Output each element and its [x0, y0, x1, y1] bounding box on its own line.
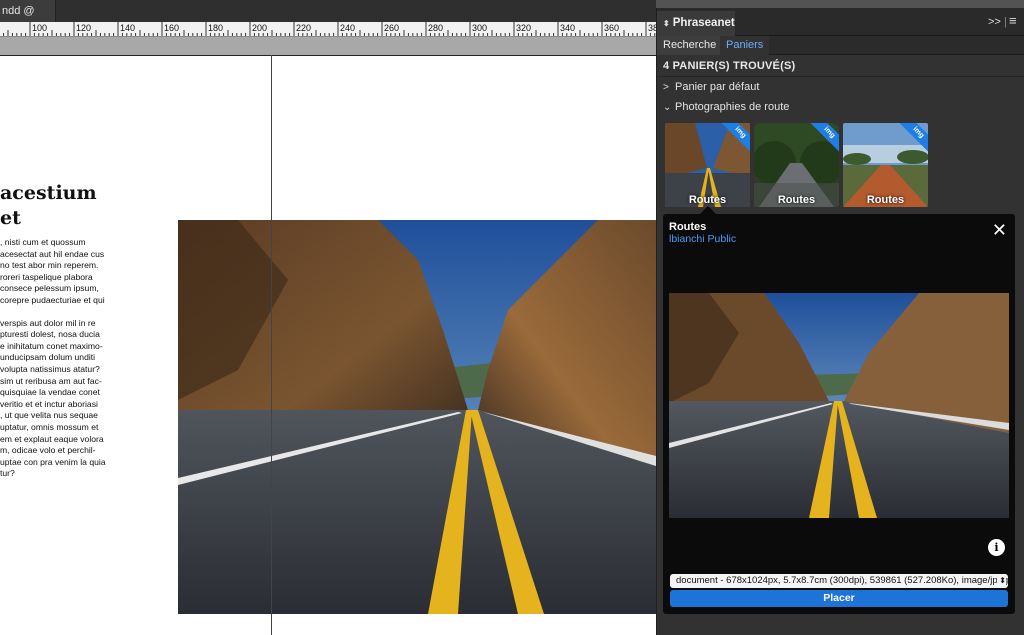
heading-line-2: et [0, 207, 21, 229]
text-line: quisquiae la vendae conet [0, 387, 100, 398]
ruler-label: 140 [120, 23, 136, 33]
ruler-label: 340 [560, 23, 576, 33]
updown-icon: ⬍ [663, 19, 670, 28]
collapse-icon[interactable]: >> [988, 16, 1001, 28]
document-tab[interactable]: ndd @ 83% [0, 0, 56, 39]
text-line: uptatur, omnis mossum et [0, 421, 99, 432]
panel-title-tab[interactable]: ⬍ Phraseanet [657, 11, 735, 36]
ruler-label: 240 [340, 23, 356, 33]
thumbnail-road-3[interactable]: img Routes [843, 123, 928, 207]
text-line: tur? [0, 468, 15, 479]
preview-popover: Routes lbianchi Public ✕ i document - 67… [663, 214, 1015, 614]
preview-image [669, 293, 1009, 518]
rendition-select-value: document - 678x1024px, 5.7x8.7cm (300dpi… [676, 575, 1008, 586]
chevron-down-icon: ⌄ [663, 102, 672, 113]
text-line: em et explaut eaque volora [0, 433, 104, 444]
ruler-label: 260 [384, 23, 400, 33]
ruler-label: 320 [516, 23, 532, 33]
text-line: sim ut reribusa am aut fac- [0, 375, 102, 386]
basket-item-default[interactable]: > Panier par défaut [657, 77, 1024, 97]
text-line: unducipsam dolum unditi [0, 352, 96, 363]
ruler-label: 360 [604, 23, 620, 33]
text-line: , nisti cum et quossum [0, 237, 86, 247]
thumbnail-label: Routes [866, 194, 905, 206]
text-line: no test abor min reperem. [0, 260, 99, 271]
text-line: roreri taspelique plabora [0, 271, 93, 282]
info-icon[interactable]: i [988, 539, 1005, 556]
preview-title: Routes [669, 221, 707, 233]
preview-photo [669, 293, 1009, 518]
ruler-label: 380 [648, 23, 656, 33]
ruler-label: 160 [164, 23, 180, 33]
basket-label: Panier par défaut [675, 81, 760, 93]
menu-icon[interactable]: ≡ [1009, 13, 1017, 28]
select-arrows-icon: ⬍ [997, 574, 1006, 588]
paragraph-2: verspis aut dolor mil in re pturesti dol… [0, 318, 128, 480]
horizontal-ruler[interactable]: 100 120 140 160 180 200 220 240 260 280 300 320 340 3… [0, 22, 656, 37]
thumbnail-label: Routes [777, 194, 816, 206]
place-button[interactable]: Placer [670, 590, 1008, 607]
tab-recherche[interactable]: Recherche [657, 36, 723, 55]
text-line: verspis aut dolor mil in re [0, 317, 96, 328]
ruler-label: 280 [428, 23, 444, 33]
close-icon[interactable]: ✕ [992, 221, 1007, 239]
road-photo [178, 220, 656, 614]
basket-item-road-photos[interactable]: ⌄ Photographies de route [657, 97, 1024, 117]
chevron-right-icon: > [663, 82, 669, 93]
text-line: volupta natissimus atatur? [0, 363, 100, 374]
text-line: , ut quе velita nus sequae [0, 410, 98, 421]
placed-road-image[interactable] [178, 220, 656, 614]
article-body[interactable]: , nisti cum et quossum acesectat aut hil… [0, 237, 128, 491]
thumbnail-label: Routes [688, 194, 727, 206]
text-line: e inihitatum conet maximo- [0, 340, 103, 351]
basket-thumbnails: img Routes img Routes img Routes [657, 117, 1024, 207]
preview-user[interactable]: lbianchi Public [669, 233, 736, 245]
ruler-label: 300 [472, 23, 488, 33]
thumbnail-road-2[interactable]: img Routes [754, 123, 839, 207]
ruler-label: 200 [252, 23, 268, 33]
text-line: coreprе pudaecturiae et qui [0, 294, 105, 305]
pasteboard [0, 37, 656, 55]
paragraph-1: , nisti cum et quossum acesectat aut hil… [0, 237, 128, 307]
text-line: acesectat aut hil endae cus [0, 248, 105, 259]
tab-paniers[interactable]: Paniers [720, 36, 770, 55]
panel-tabs: Recherche Paniers [657, 36, 1024, 55]
basket-label: Photographies de route [675, 101, 790, 113]
text-line: veritio et et inctur aboriasi [0, 398, 98, 409]
text-line: uptae con pra venim la quia [0, 456, 106, 467]
tab-bar [56, 0, 656, 22]
preview-pointer [700, 206, 716, 214]
text-line: pturesti dolest, nosa ducia [0, 329, 100, 340]
panel-title: Phraseanet [672, 17, 735, 29]
column-guide [271, 55, 272, 635]
ruler-ticks [3, 22, 656, 36]
text-line: consece pelessum ipsum, [0, 283, 99, 294]
basket-count: 4 PANIER(S) TROUVÉ(S) [657, 55, 1024, 77]
article-heading[interactable]: acestium et [0, 181, 97, 231]
heading-line-1: acestium [0, 182, 97, 204]
ruler-label: 120 [76, 23, 92, 33]
ruler-label: 180 [208, 23, 224, 33]
thumbnail-road-1[interactable]: img Routes [665, 123, 750, 207]
ruler-label: 100 [32, 23, 48, 33]
ruler-label: 220 [296, 23, 312, 33]
text-line: m, odicae volo et perchil- [0, 445, 96, 456]
separator: | [1004, 16, 1007, 28]
rendition-select[interactable]: document - 678x1024px, 5.7x8.7cm (300dpi… [670, 574, 1008, 588]
panel-header: ⬍ Phraseanet >> | ≡ [657, 8, 1024, 36]
